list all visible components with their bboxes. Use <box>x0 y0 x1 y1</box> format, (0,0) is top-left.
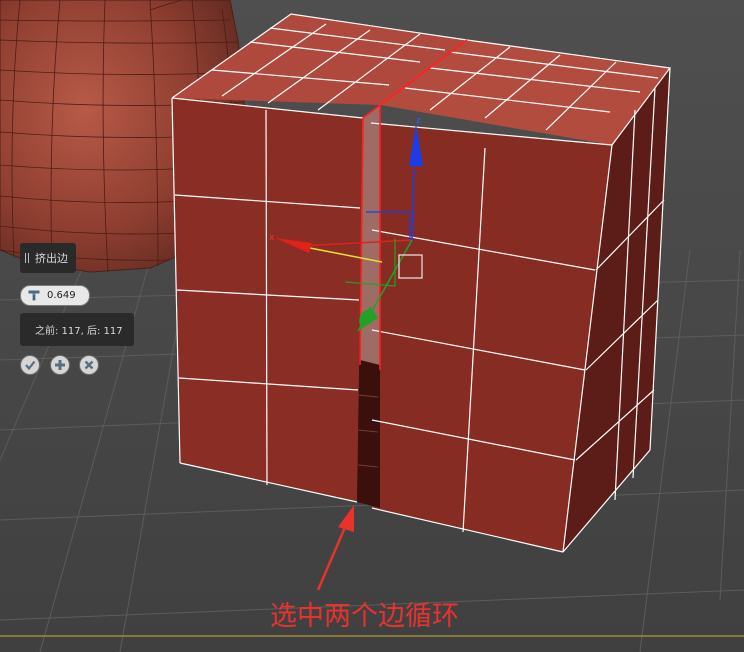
vertex-count-info: 之前: 117, 后: 117 <box>20 313 134 346</box>
box-mesh[interactable] <box>171 13 672 553</box>
extrude-height-value[interactable]: 0.649 <box>47 290 76 301</box>
plus-icon <box>55 360 65 370</box>
3d-viewport[interactable]: x z 挤出边 0.649 之前: 117, 后: 117 选中两个边循环 <box>0 0 744 652</box>
x-axis-label: x <box>269 233 275 243</box>
cancel-button[interactable] <box>79 355 99 375</box>
z-axis-label: z <box>416 116 421 126</box>
close-icon <box>84 360 94 370</box>
ok-button[interactable] <box>20 355 40 375</box>
extrude-height-field[interactable]: 0.649 <box>20 285 90 306</box>
annotation-label: 选中两个边循环 <box>270 601 459 632</box>
caddy-title-label: 挤出边 <box>35 252 68 265</box>
apply-and-continue-button[interactable] <box>50 355 70 375</box>
extrude-height-icon <box>27 290 41 302</box>
check-icon <box>25 360 36 371</box>
extrude-edges-caddy-title[interactable]: 挤出边 <box>20 243 76 273</box>
vertex-count-label: 之前: 117, 后: 117 <box>35 326 123 337</box>
drag-handle-icon[interactable] <box>25 253 29 263</box>
